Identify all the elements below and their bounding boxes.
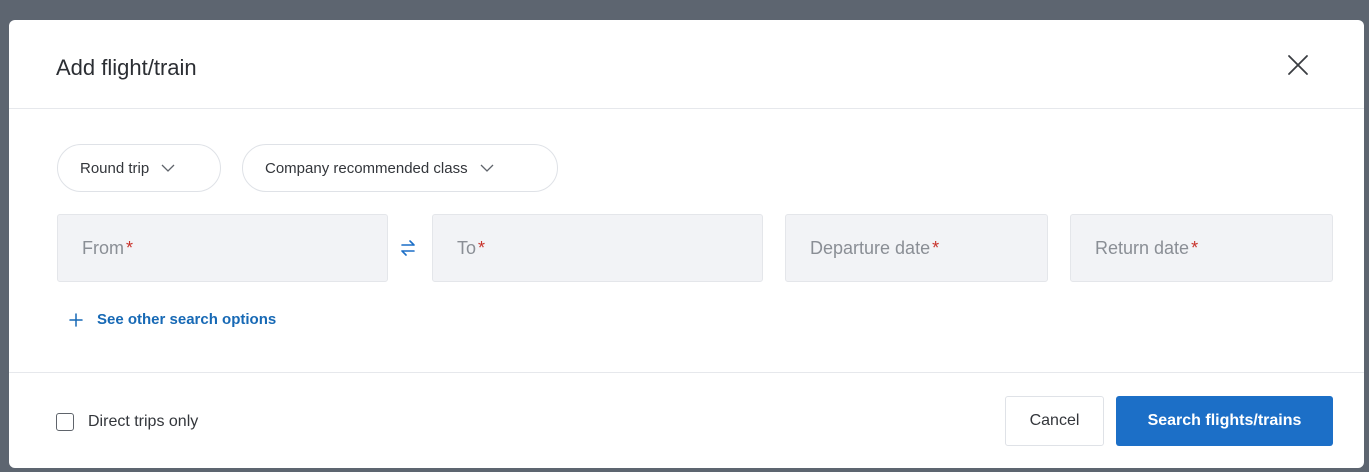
trip-type-dropdown[interactable]: Round trip [57,144,221,192]
swap-arrows-icon [399,239,417,262]
required-marker: * [1191,237,1199,258]
required-marker: * [126,237,134,258]
cabin-class-label: Company recommended class [265,159,468,177]
required-marker: * [478,237,486,258]
direct-trips-only-label: Direct trips only [88,413,199,430]
see-other-search-options-label: See other search options [97,311,277,328]
swap-locations-button[interactable] [396,238,420,262]
to-field[interactable]: To * [432,214,763,282]
to-placeholder: To [457,237,477,258]
from-placeholder: From [82,237,124,258]
dialog-header: Add flight/train [9,20,1364,109]
chevron-down-icon [480,164,494,172]
close-button[interactable] [1285,54,1311,80]
return-date-placeholder: Return date [1095,237,1190,258]
cabin-class-dropdown[interactable]: Company recommended class [242,144,558,192]
direct-trips-only-option[interactable]: Direct trips only [56,413,198,431]
dialog-footer: Direct trips only Cancel Search flights/… [9,372,1364,468]
direct-trips-only-checkbox[interactable] [56,413,74,431]
search-flights-trains-button[interactable]: Search flights/trains [1116,396,1333,446]
required-marker: * [932,237,940,258]
add-flight-train-dialog: Add flight/train Round trip Company reco… [9,20,1364,468]
departure-date-placeholder: Departure date [810,237,931,258]
close-icon [1287,54,1309,81]
from-field[interactable]: From * [57,214,388,282]
trip-type-label: Round trip [80,159,150,177]
return-date-field[interactable]: Return date * [1070,214,1333,282]
cancel-button[interactable]: Cancel [1005,396,1104,446]
see-other-search-options-link[interactable]: See other search options [69,311,276,328]
chevron-down-icon [161,164,175,172]
plus-icon [69,312,83,327]
dialog-title: Add flight/train [56,55,197,80]
departure-date-field[interactable]: Departure date * [785,214,1048,282]
